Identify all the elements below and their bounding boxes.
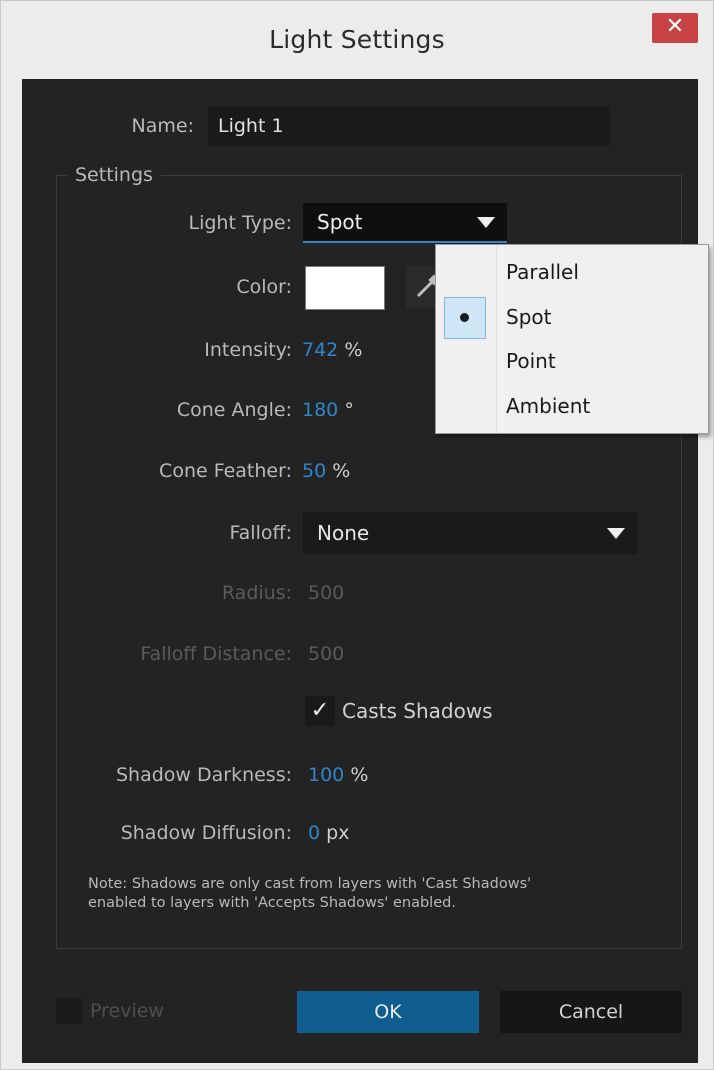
settings-legend: Settings bbox=[67, 164, 161, 186]
casts-shadows-checkbox[interactable]: ✓ bbox=[305, 696, 335, 726]
falloff-distance-label: Falloff Distance: bbox=[140, 643, 292, 665]
light-type-menu: Parallel Spot Point Ambient bbox=[435, 244, 709, 434]
note-line: enabled to layers with 'Accepts Shadows'… bbox=[88, 895, 456, 911]
casts-shadows-label[interactable]: Casts Shadows bbox=[342, 699, 493, 723]
menu-item-spot[interactable]: Spot bbox=[506, 305, 551, 329]
light-type-label: Light Type: bbox=[188, 212, 293, 234]
intensity-value[interactable]: 742 bbox=[302, 339, 338, 361]
cone-feather-label: Cone Feather: bbox=[159, 460, 292, 482]
shadow-diffusion-label: Shadow Diffusion: bbox=[120, 822, 292, 844]
intensity-label: Intensity: bbox=[204, 339, 292, 361]
falloff-select[interactable]: None bbox=[303, 512, 637, 554]
shadow-diffusion-value[interactable]: 0 bbox=[308, 822, 320, 844]
radio-bullet-icon bbox=[460, 313, 469, 322]
shadow-diffusion-field[interactable]: 0 px bbox=[308, 822, 349, 844]
menu-item-parallel[interactable]: Parallel bbox=[506, 260, 579, 284]
dialog-title: Light Settings bbox=[269, 25, 445, 54]
menu-item-ambient[interactable]: Ambient bbox=[506, 394, 590, 418]
shadow-darkness-unit: % bbox=[350, 764, 369, 786]
cone-angle-unit: ° bbox=[344, 399, 354, 421]
chevron-down-icon bbox=[607, 528, 625, 539]
note-line: Note: Shadows are only cast from layers … bbox=[88, 876, 532, 892]
light-type-select[interactable]: Spot bbox=[303, 203, 507, 243]
name-input[interactable]: Light 1 bbox=[208, 106, 610, 146]
chevron-down-icon bbox=[477, 217, 495, 228]
close-icon: ✕ bbox=[665, 14, 685, 39]
light-type-value: Spot bbox=[317, 210, 363, 234]
color-label: Color: bbox=[236, 276, 292, 298]
shadow-darkness-field[interactable]: 100 % bbox=[308, 764, 368, 786]
preview-label[interactable]: Preview bbox=[90, 1000, 164, 1022]
shadows-note: Note: Shadows are only cast from layers … bbox=[88, 875, 648, 913]
falloff-value: None bbox=[317, 521, 370, 545]
cone-angle-label: Cone Angle: bbox=[176, 399, 292, 421]
cone-feather-unit: % bbox=[332, 460, 351, 482]
shadow-diffusion-unit: px bbox=[326, 822, 350, 844]
close-button[interactable]: ✕ bbox=[652, 13, 698, 43]
menu-gutter-divider bbox=[496, 245, 497, 433]
shadow-darkness-label: Shadow Darkness: bbox=[115, 764, 292, 786]
cone-feather-value[interactable]: 50 bbox=[302, 460, 326, 482]
cancel-button[interactable]: Cancel bbox=[500, 991, 682, 1033]
name-label: Name: bbox=[131, 115, 194, 137]
intensity-field[interactable]: 742 % bbox=[302, 339, 362, 361]
light-settings-dialog: Light Settings ✕ Name: Light 1 Settings … bbox=[0, 0, 714, 1070]
ok-button[interactable]: OK bbox=[297, 991, 479, 1033]
dialog-body: Name: Light 1 Settings Light Type: Spot … bbox=[22, 79, 698, 1063]
shadow-darkness-value[interactable]: 100 bbox=[308, 764, 344, 786]
menu-item-point[interactable]: Point bbox=[506, 349, 556, 373]
cone-feather-field[interactable]: 50 % bbox=[302, 460, 350, 482]
checkmark-icon: ✓ bbox=[310, 698, 330, 723]
falloff-distance-value: 500 bbox=[308, 643, 345, 665]
radius-label: Radius: bbox=[221, 582, 292, 604]
falloff-label: Falloff: bbox=[229, 522, 292, 544]
radius-value: 500 bbox=[308, 582, 345, 604]
cone-angle-field[interactable]: 180 ° bbox=[302, 399, 354, 421]
color-swatch[interactable] bbox=[305, 266, 385, 310]
cone-angle-value[interactable]: 180 bbox=[302, 399, 338, 421]
preview-checkbox[interactable] bbox=[56, 998, 82, 1024]
intensity-unit: % bbox=[344, 339, 363, 361]
title-bar: Light Settings ✕ bbox=[1, 1, 713, 79]
